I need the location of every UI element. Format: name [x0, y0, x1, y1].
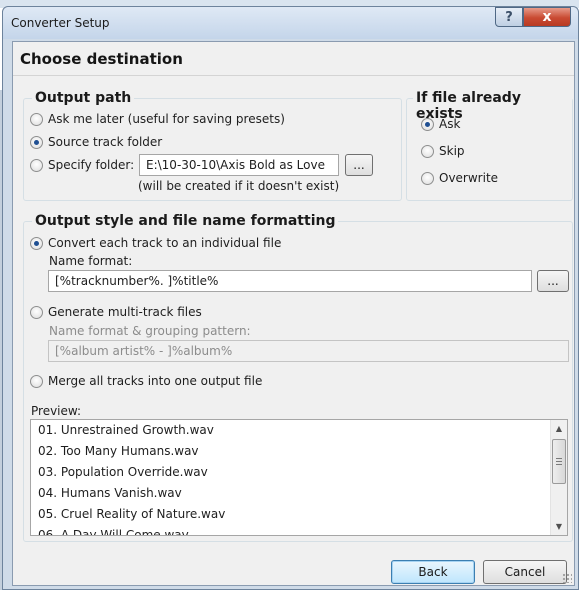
scroll-thumb[interactable]: [552, 439, 566, 484]
list-item[interactable]: 03. Population Override.wav: [31, 462, 550, 483]
preview-label: Preview:: [31, 404, 82, 418]
folder-path-input[interactable]: E:\10-30-10\Axis Bold as Love: [139, 154, 339, 176]
back-button[interactable]: Back: [391, 560, 475, 584]
list-item[interactable]: 04. Humans Vanish.wav: [31, 483, 550, 504]
radio-merge[interactable]: Merge all tracks into one output file: [30, 374, 262, 388]
radio-source-folder[interactable]: Source track folder: [30, 135, 162, 149]
radio-individual-files-indicator[interactable]: [30, 236, 43, 250]
radio-multitrack[interactable]: Generate multi-track files: [30, 305, 202, 319]
radio-multitrack-indicator[interactable]: [30, 305, 43, 319]
radio-skip[interactable]: Skip: [421, 144, 465, 158]
converter-setup-window: Converter Setup ? x Choose destination O…: [2, 6, 579, 590]
output-style-title: Output style and file name formatting: [32, 213, 339, 229]
radio-overwrite[interactable]: Overwrite: [421, 171, 498, 185]
radio-ask-label: Ask: [439, 117, 461, 131]
list-item[interactable]: 02. Too Many Humans.wav: [31, 441, 550, 462]
scroll-down-icon[interactable]: ▼: [551, 518, 567, 535]
radio-multitrack-label: Generate multi-track files: [48, 305, 202, 319]
help-button[interactable]: ?: [495, 7, 523, 27]
radio-individual-files-label: Convert each track to an individual file: [48, 236, 282, 250]
window-title: Converter Setup: [11, 16, 110, 30]
file-exists-group: If file already exists Ask Skip Overwrit…: [406, 90, 573, 201]
radio-specify-folder[interactable]: Specify folder:: [30, 158, 134, 172]
output-path-group: Output path Ask me later (useful for sav…: [23, 90, 402, 201]
radio-ask-later-indicator[interactable]: [30, 112, 43, 126]
name-format-input[interactable]: [%tracknumber%. ]%title%: [48, 270, 532, 292]
list-item[interactable]: 05. Cruel Reality of Nature.wav: [31, 504, 550, 525]
radio-merge-indicator[interactable]: [30, 374, 43, 388]
radio-overwrite-label: Overwrite: [439, 171, 499, 185]
close-button[interactable]: x: [523, 7, 571, 27]
radio-source-folder-indicator[interactable]: [30, 135, 43, 149]
radio-ask-later-label: Ask me later (useful for saving presets): [48, 112, 285, 126]
dialog-client-area: Choose destination Output path Ask me la…: [12, 41, 575, 586]
scroll-up-icon[interactable]: ▲: [551, 420, 567, 437]
close-icon: x: [542, 9, 552, 25]
output-path-title: Output path: [32, 90, 135, 106]
radio-individual-files[interactable]: Convert each track to an individual file: [30, 236, 281, 250]
output-style-group: Output style and file name formatting Co…: [23, 213, 573, 542]
resize-grip-icon[interactable]: [562, 573, 572, 583]
name-format-browse-button[interactable]: ...: [537, 270, 569, 292]
preview-scrollbar[interactable]: ▲ ▼: [550, 420, 567, 535]
list-item[interactable]: 01. Unrestrained Growth.wav: [31, 420, 550, 441]
radio-source-folder-label: Source track folder: [48, 135, 163, 149]
title-bar[interactable]: Converter Setup ? x: [3, 7, 578, 39]
radio-specify-folder-indicator[interactable]: [30, 158, 43, 172]
name-format-label: Name format:: [49, 254, 133, 268]
preview-items: 01. Unrestrained Growth.wav 02. Too Many …: [31, 420, 550, 535]
radio-merge-label: Merge all tracks into one output file: [48, 374, 263, 388]
radio-skip-indicator[interactable]: [421, 144, 434, 158]
radio-specify-folder-label: Specify folder:: [48, 158, 135, 172]
radio-overwrite-indicator[interactable]: [421, 171, 434, 185]
radio-ask[interactable]: Ask: [421, 117, 460, 131]
page-title: Choose destination: [20, 50, 183, 68]
help-icon: ?: [505, 9, 513, 25]
list-item[interactable]: 06. A Day Will Come.wav: [31, 525, 550, 535]
radio-ask-indicator[interactable]: [421, 117, 434, 131]
page-header: Choose destination: [13, 42, 574, 76]
radio-ask-later[interactable]: Ask me later (useful for saving presets): [30, 112, 285, 126]
cancel-button[interactable]: Cancel: [483, 560, 567, 584]
folder-hint: (will be created if it doesn't exist): [138, 179, 340, 193]
preview-list[interactable]: 01. Unrestrained Growth.wav 02. Too Many …: [30, 419, 568, 536]
grouping-pattern-input[interactable]: [%album artist% - ]%album%: [48, 340, 569, 362]
browse-folder-button[interactable]: ...: [345, 154, 373, 176]
grouping-pattern-label: Name format & grouping pattern:: [49, 324, 251, 338]
radio-skip-label: Skip: [439, 144, 465, 158]
